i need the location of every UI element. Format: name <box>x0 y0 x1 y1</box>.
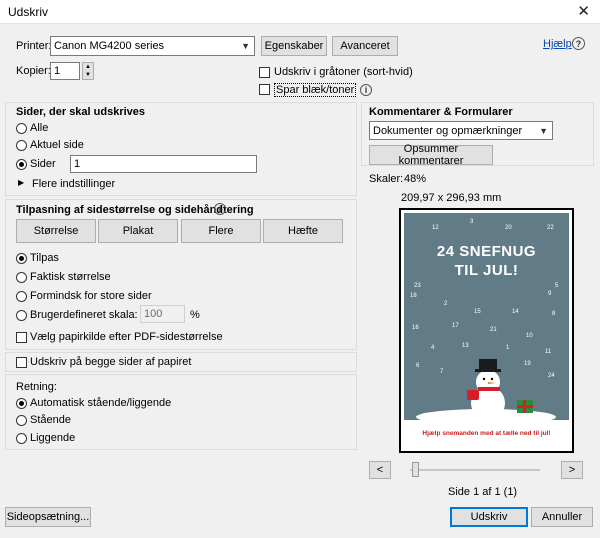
pages-all-label: Alle <box>30 122 49 134</box>
page-preview: 24 SNEFNUG TIL JUL! 12 3 20 22 23 5 18 9 2 15 14 8 1… <box>399 208 574 453</box>
grayscale-label: Udskriv i gråtoner (sort-hvid) <box>274 66 413 78</box>
title-bar: Udskriv ✕ <box>0 0 600 24</box>
pages-range-input[interactable]: 1 <box>70 155 257 173</box>
orientation-header: Retning: <box>16 381 57 393</box>
auto-orientation-label: Automatisk stående/liggende <box>30 397 172 409</box>
expand-triangle-icon[interactable]: ▶ <box>18 178 24 187</box>
auto-orientation-radio[interactable] <box>16 398 27 409</box>
page-setup-button[interactable]: Sideopsætning... <box>5 507 91 527</box>
size-button[interactable]: Størrelse <box>16 219 96 243</box>
close-icon[interactable]: ✕ <box>577 2 590 20</box>
poster-button[interactable]: Plakat <box>98 219 178 243</box>
arrow-up-icon[interactable]: ▲ <box>83 63 93 71</box>
help-link[interactable]: Hjælp <box>543 38 572 50</box>
actual-size-radio[interactable] <box>16 272 27 283</box>
save-ink-checkbox[interactable] <box>259 84 270 95</box>
snowman-illustration <box>416 359 556 420</box>
chevron-down-icon: ▼ <box>539 125 548 136</box>
pages-all-radio[interactable] <box>16 123 27 134</box>
copies-input[interactable]: 1 <box>50 62 80 80</box>
comments-select[interactable]: Dokumenter og opmærkninger ▼ <box>369 121 553 140</box>
next-page-button[interactable]: > <box>561 461 583 479</box>
arrow-down-icon[interactable]: ▼ <box>83 71 93 79</box>
paper-source-label: Vælg papirkilde efter PDF-sidestørrelse <box>30 331 223 343</box>
actual-size-label: Faktisk størrelse <box>30 271 111 283</box>
window-title: Udskriv <box>8 5 49 19</box>
pages-range-radio[interactable] <box>16 159 27 170</box>
comments-select-value: Dokumenter og opmærkninger <box>373 124 523 137</box>
comments-header: Kommentarer & Formularer <box>369 106 513 118</box>
more-settings-toggle[interactable]: Flere indstillinger <box>32 178 115 190</box>
custom-scale-radio[interactable] <box>16 310 27 321</box>
page-slider-thumb[interactable] <box>412 462 419 477</box>
page-slider-track[interactable] <box>410 469 540 471</box>
printer-select-value: Canon MG4200 series <box>54 40 165 52</box>
page-size: 209,97 x 296,93 mm <box>401 192 502 204</box>
multiple-button[interactable]: Flere <box>181 219 261 243</box>
shrink-label: Formindsk for store sider <box>30 290 152 302</box>
duplex-label: Udskriv på begge sider af papiret <box>30 356 192 368</box>
custom-scale-label: Brugerdefineret skala: <box>30 309 138 321</box>
pages-header: Sider, der skal udskrives <box>16 106 146 118</box>
save-ink-label: Spar blæk/toner <box>274 83 357 97</box>
poster-image: 24 SNEFNUG TIL JUL! 12 3 20 22 23 5 18 9 2 15 14 8 1… <box>404 213 569 420</box>
pages-current-radio[interactable] <box>16 140 27 151</box>
scale-value: 48% <box>404 173 427 185</box>
grayscale-checkbox[interactable] <box>259 67 270 78</box>
shrink-radio[interactable] <box>16 291 27 302</box>
pages-range-value: 1 <box>74 158 81 170</box>
page-indicator: Side 1 af 1 (1) <box>448 486 518 498</box>
properties-button[interactable]: Egenskaber <box>261 36 327 56</box>
portrait-radio[interactable] <box>16 415 27 426</box>
prev-page-button[interactable]: < <box>369 461 391 479</box>
advanced-button[interactable]: Avanceret <box>332 36 398 56</box>
summarize-comments-button[interactable]: Opsummer kommentarer <box>369 143 493 167</box>
cancel-button[interactable]: Annuller <box>531 507 593 527</box>
fit-label: Tilpas <box>30 252 59 264</box>
custom-scale-input[interactable]: 100 <box>140 305 185 323</box>
booklet-button[interactable]: Hæfte <box>263 219 343 243</box>
copies-value: 1 <box>54 65 61 77</box>
portrait-label: Stående <box>30 414 71 426</box>
paper-source-checkbox[interactable] <box>16 332 27 343</box>
info-icon[interactable]: i <box>360 84 372 96</box>
copies-stepper[interactable]: ▲ ▼ <box>82 62 94 80</box>
copies-label: Kopier: <box>16 65 51 77</box>
info-icon[interactable]: i <box>214 203 226 215</box>
scale-label: Skaler: <box>369 173 404 185</box>
custom-scale-value: 100 <box>144 308 163 320</box>
fit-radio[interactable] <box>16 253 27 264</box>
printer-label: Printer: <box>16 40 52 52</box>
print-button[interactable]: Udskriv <box>450 507 528 527</box>
poster-footer-text: Hjælp snemanden med at tælle ned til jul… <box>422 430 551 437</box>
pages-range-label: Sider <box>30 158 56 170</box>
help-icon[interactable]: ? <box>572 37 585 50</box>
chevron-down-icon: ▼ <box>241 41 250 51</box>
duplex-checkbox[interactable] <box>16 357 27 368</box>
percent-sign: % <box>190 309 200 321</box>
landscape-label: Liggende <box>30 432 76 444</box>
pages-current-label: Aktuel side <box>30 139 84 151</box>
landscape-radio[interactable] <box>16 433 27 444</box>
printer-select[interactable]: Canon MG4200 series ▼ <box>50 36 255 56</box>
